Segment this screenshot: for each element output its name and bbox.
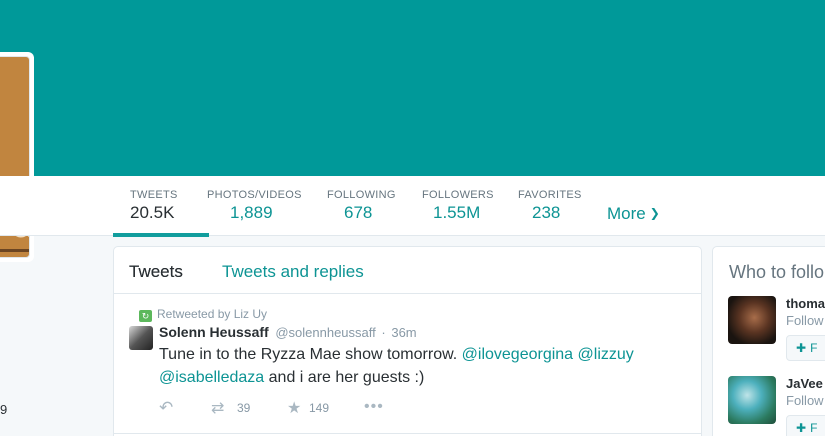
nav-followers-count: 1.55M	[433, 203, 481, 222]
who-to-follow-title: Who to follo	[729, 262, 825, 282]
tweet-item[interactable]: ↻ Retweeted by Liz Uy Solenn Heussaff @so…	[114, 294, 701, 434]
reply-icon[interactable]: ↶	[159, 398, 173, 418]
who-to-follow-panel: Who to follo thoma Follow ✚ F JaVee Follo…	[712, 246, 825, 436]
avatar-stripe	[0, 249, 29, 252]
retweet-count: 39	[237, 401, 251, 415]
retweeted-by-text[interactable]: Retweeted by Liz Uy	[157, 307, 267, 321]
tweet-separator: ·	[381, 325, 386, 340]
nav-more-label: More	[607, 204, 646, 223]
nav-favorites-count: 238	[532, 203, 561, 222]
nav-active-underline	[113, 233, 209, 237]
suggested-user-avatar[interactable]	[728, 376, 776, 424]
favorite-count: 149	[309, 401, 330, 415]
follow-button-label: F	[810, 421, 818, 435]
suggested-user-name[interactable]: JaVee	[786, 376, 823, 391]
nav-photos-videos[interactable]: PHOTOS/VIDEOS 1,889	[207, 176, 302, 236]
retweet-context: ↻ Retweeted by Liz Uy	[139, 307, 267, 322]
retweet-context-icon: ↻	[139, 310, 152, 322]
tab-tweets-and-replies[interactable]: Tweets and replies	[222, 262, 364, 282]
nav-followers[interactable]: FOLLOWERS 1.55M	[422, 176, 493, 236]
nav-photos-videos-count: 1,889	[230, 203, 273, 222]
nav-tweets-count: 20.5K	[130, 203, 175, 222]
tweet-text: Tune in to the Ryzza Mae show tomorrow. …	[159, 343, 679, 389]
sidebar-number: 9	[0, 402, 8, 417]
mention-link[interactable]: @ilovegeorgina	[462, 346, 573, 363]
favorite-star-icon[interactable]: ★	[287, 398, 301, 418]
nav-more-button[interactable]: More ❯	[607, 204, 660, 224]
add-user-icon: ✚	[796, 421, 807, 435]
nav-following[interactable]: FOLLOWING 678	[327, 176, 396, 236]
nav-tweets[interactable]: TWEETS 20.5K	[113, 176, 209, 237]
suggested-user-subtext: Follow	[786, 313, 824, 328]
nav-tweets-label: TWEETS	[130, 189, 178, 201]
tweet-timestamp[interactable]: 36m	[391, 325, 416, 340]
profile-header-banner	[0, 0, 825, 176]
tweet-header: Solenn Heussaff @solennheussaff · 36m	[159, 324, 417, 340]
nav-following-count: 678	[344, 203, 373, 222]
suggested-user-subtext: Follow	[786, 393, 824, 408]
more-options-icon[interactable]: •••	[364, 398, 384, 416]
tweet-author-handle[interactable]: @solennheussaff	[275, 325, 375, 340]
add-user-icon: ✚	[796, 341, 807, 355]
suggested-user-name[interactable]: thoma	[786, 296, 825, 311]
tab-tweets[interactable]: Tweets	[129, 262, 183, 282]
suggested-user-avatar[interactable]	[728, 296, 776, 344]
timeline-tabs: Tweets Tweets and replies	[114, 247, 701, 294]
chevron-down-icon: ❯	[649, 206, 660, 220]
nav-followers-label: FOLLOWERS	[422, 189, 494, 201]
timeline-panel: Tweets Tweets and replies ↻ Retweeted by …	[113, 246, 702, 436]
mention-link[interactable]: @isabelledaza	[159, 369, 264, 386]
nav-favorites[interactable]: FAVORITES 238	[518, 176, 582, 236]
nav-following-label: FOLLOWING	[327, 189, 396, 201]
tweet-text-segment: Tune in to the Ryzza Mae show tomorrow.	[159, 346, 462, 363]
tweet-author-avatar[interactable]	[129, 326, 153, 350]
mention-link[interactable]: @lizzuy	[578, 346, 634, 363]
follow-button[interactable]: ✚ F	[786, 335, 825, 361]
follow-button-label: F	[810, 341, 818, 355]
tweet-author-name[interactable]: Solenn Heussaff	[159, 324, 269, 340]
retweet-icon[interactable]: ⇄	[211, 398, 224, 418]
profile-nav-bar: TWEETS 20.5K PHOTOS/VIDEOS 1,889 FOLLOWI…	[0, 176, 825, 237]
nav-favorites-label: FAVORITES	[518, 189, 582, 201]
nav-photos-videos-label: PHOTOS/VIDEOS	[207, 189, 302, 201]
suggested-user: thoma Follow ✚ F	[728, 296, 825, 361]
suggested-user: JaVee Follow ✚ F	[728, 376, 825, 436]
tweet-text-segment: and i are her guests :)	[264, 369, 425, 386]
follow-button[interactable]: ✚ F	[786, 415, 825, 436]
